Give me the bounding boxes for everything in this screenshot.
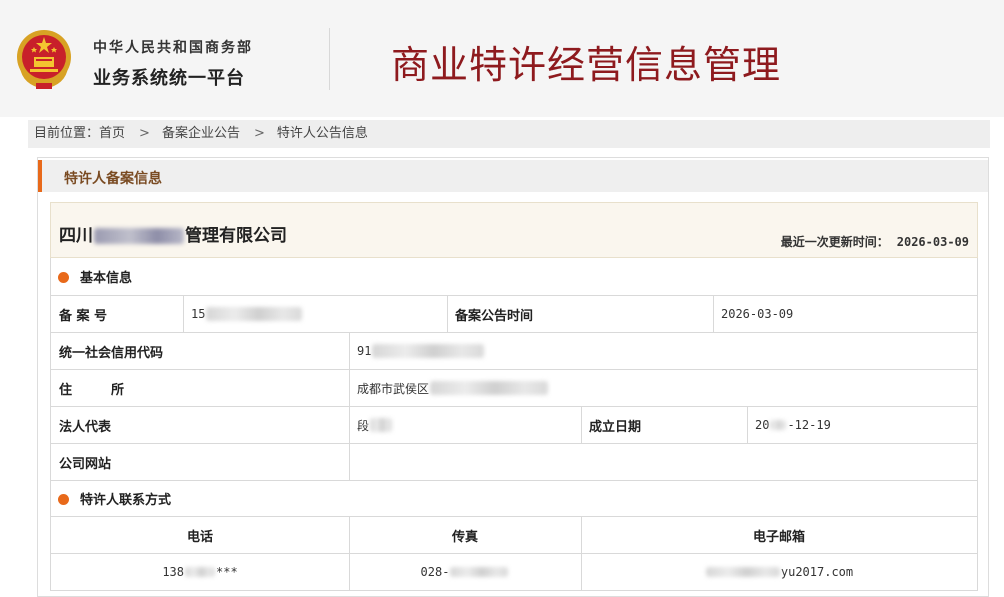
section-title: 特许人联系方式	[80, 493, 172, 508]
franchisor-info-panel: 特许人备案信息 四川 管理有限公司 最近一次更新时间： 2026-03-09 基本信…	[37, 157, 989, 597]
record-no-row: 备 案 号 15 备案公告时间 2026-03-09	[50, 296, 978, 333]
announce-time-label: 备案公告时间	[455, 308, 534, 324]
section-title: 基本信息	[80, 271, 133, 286]
record-no-label: 备 案 号	[59, 308, 108, 324]
company-name: 四川 管理有限公司	[59, 226, 287, 246]
redacted-text	[372, 344, 485, 358]
redacted-text	[94, 228, 184, 244]
site-header: 中华人民共和国商务部 业务系统统一平台 商业特许经营信息管理	[0, 0, 1004, 117]
fax-value: 028-	[349, 554, 581, 590]
panel-heading-label: 特许人备案信息	[64, 171, 162, 187]
record-no-value: 15	[183, 296, 447, 332]
redacted-text	[206, 307, 303, 321]
national-emblem-icon	[17, 30, 71, 90]
established-label: 成立日期	[589, 419, 642, 435]
header-divider	[329, 28, 330, 90]
credit-code-value: 91	[349, 333, 977, 369]
address-label: 住 所	[59, 382, 125, 398]
legal-rep-label: 法人代表	[59, 419, 112, 435]
breadcrumb: 目前位置：首页 > 备案企业公告 > 特许人公告信息	[28, 120, 990, 148]
section-basic-info: 基本信息	[50, 258, 978, 296]
bullet-icon	[58, 271, 69, 283]
phone-header: 电话	[186, 529, 213, 545]
redacted-text	[185, 567, 215, 577]
contact-values-row: 138 *** 028- yu2017.com	[50, 554, 978, 591]
email-value[interactable]: yu2017.com	[581, 554, 977, 590]
breadcrumb-prefix: 目前位置：	[34, 126, 100, 141]
website-row: 公司网站	[50, 444, 978, 481]
site-title: 商业特许经营信息管理	[391, 43, 782, 87]
contact-header-row: 电话 传真 电子邮箱	[50, 517, 978, 554]
address-row: 住 所 成都市武侯区	[50, 370, 978, 407]
bullet-icon	[58, 493, 69, 505]
section-contact: 特许人联系方式	[50, 481, 978, 517]
website-value[interactable]	[349, 444, 977, 480]
company-header: 四川 管理有限公司 最近一次更新时间： 2026-03-09	[50, 202, 978, 258]
legal-rep-value: 段	[349, 407, 581, 443]
address-value: 成都市武侯区	[349, 370, 977, 406]
chevron-right-icon: >	[139, 126, 150, 141]
website-label: 公司网站	[59, 456, 112, 472]
established-value: 20 -12-19	[755, 418, 831, 432]
last-update-time: 最近一次更新时间： 2026-03-09	[780, 235, 969, 249]
credit-code-row: 统一社会信用代码 91	[50, 333, 978, 370]
credit-code-label: 统一社会信用代码	[59, 345, 164, 361]
announce-time-value: 2026-03-09	[721, 307, 794, 321]
redacted-text	[450, 567, 509, 577]
redacted-text	[770, 420, 787, 430]
redacted-text	[370, 418, 393, 432]
legal-rep-row: 法人代表 段 成立日期 20 -12-19	[50, 407, 978, 444]
redacted-text	[430, 381, 549, 395]
breadcrumb-announcements-link[interactable]: 备案企业公告	[162, 126, 240, 141]
fax-header: 传真	[451, 529, 478, 545]
breadcrumb-current: 特许人公告信息	[276, 126, 368, 141]
org-name-line2: 业务系统统一平台	[93, 68, 245, 89]
email-header: 电子邮箱	[752, 529, 805, 545]
redacted-text	[705, 567, 780, 577]
org-name-line1: 中华人民共和国商务部	[93, 40, 253, 56]
breadcrumb-home-link[interactable]: 首页	[99, 126, 125, 141]
panel-heading: 特许人备案信息	[38, 160, 988, 192]
phone-value: 138 ***	[162, 565, 238, 579]
chevron-right-icon: >	[253, 126, 265, 141]
